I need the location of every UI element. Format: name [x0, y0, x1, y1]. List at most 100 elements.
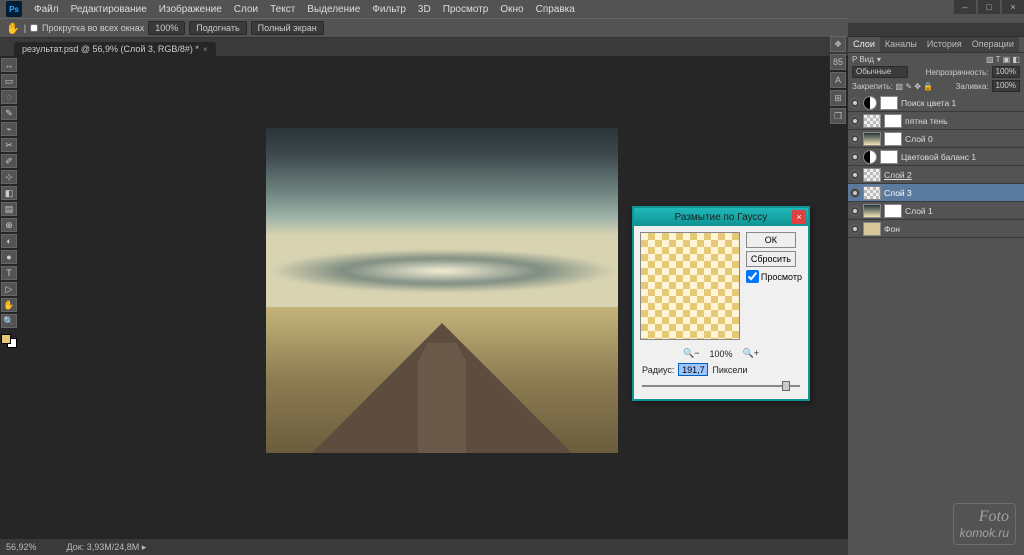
dialog-close-button[interactable]: × [792, 210, 806, 224]
menu-file[interactable]: Файл [28, 2, 65, 17]
radius-slider[interactable] [642, 381, 800, 391]
dialog-title-bar[interactable]: Размытие по Гауссу × [634, 208, 808, 226]
visibility-toggle[interactable] [850, 206, 860, 216]
layer-name[interactable]: Слой 2 [884, 170, 912, 180]
mask-thumb[interactable] [884, 114, 902, 128]
opacity-value[interactable]: 100% [992, 66, 1020, 78]
stamp-tool[interactable]: ◧ [1, 186, 17, 200]
layer-row[interactable]: пятна тень [848, 112, 1024, 130]
scroll-all-checkbox[interactable] [30, 24, 38, 32]
foreground-color[interactable] [1, 334, 11, 344]
actions-tab[interactable]: Операции [967, 37, 1019, 52]
close-tab-icon[interactable]: × [203, 45, 208, 54]
lasso-tool[interactable]: ◌ [1, 90, 17, 104]
document-tab[interactable]: результат.psd @ 56,9% (Слой 3, RGB/8#) *… [14, 42, 216, 56]
full-screen-button[interactable]: Полный экран [251, 21, 324, 35]
close-button[interactable]: × [1002, 0, 1024, 14]
color-swatches[interactable] [1, 334, 17, 348]
blend-mode-select[interactable]: Обычные [852, 66, 908, 78]
layer-row[interactable]: Слой 3 [848, 184, 1024, 202]
marquee-tool[interactable]: ▭ [1, 74, 17, 88]
layer-thumb[interactable] [863, 168, 881, 182]
layer-name[interactable]: Поиск цвета 1 [901, 98, 956, 108]
menu-3d[interactable]: 3D [412, 2, 437, 17]
menu-edit[interactable]: Редактирование [65, 2, 153, 17]
layer-row[interactable]: Слой 0 [848, 130, 1024, 148]
layer-row[interactable]: Поиск цвета 1 [848, 94, 1024, 112]
lock-icons[interactable]: ▧ ✎ ✥ 🔒 [896, 82, 934, 91]
menu-text[interactable]: Текст [264, 2, 301, 17]
channels-tab[interactable]: Каналы [880, 37, 922, 52]
preview-checkbox-row[interactable]: Просмотр [746, 270, 802, 283]
wand-tool[interactable]: ✎ [1, 106, 17, 120]
menu-filter[interactable]: Фильтр [366, 2, 412, 17]
layer-row[interactable]: Фон [848, 220, 1024, 238]
layer-row[interactable]: Слой 2 [848, 166, 1024, 184]
visibility-toggle[interactable] [850, 224, 860, 234]
fit-screen-button[interactable]: Подогнать [189, 21, 246, 35]
zoom-out-icon[interactable]: 🔍− [683, 348, 699, 359]
blur-tool[interactable]: ⊕ [1, 218, 17, 232]
mask-thumb[interactable] [884, 204, 902, 218]
type-tool[interactable]: T [1, 266, 17, 280]
paragraph-panel-icon[interactable]: ⊞ [830, 90, 846, 106]
ok-button[interactable]: ОК [746, 232, 796, 248]
visibility-toggle[interactable] [850, 170, 860, 180]
visibility-toggle[interactable] [850, 98, 860, 108]
character-panel-icon[interactable]: A [830, 72, 846, 88]
layer-thumb[interactable] [863, 222, 881, 236]
filter-icon[interactable]: ▧ T ▣ ◧ [986, 55, 1020, 64]
maximize-button[interactable]: □ [978, 0, 1000, 14]
move-tool[interactable]: ↔ [1, 58, 17, 72]
zoom-tool[interactable]: 🔍 [1, 314, 17, 328]
layer-row[interactable]: Цветовой баланс 1 [848, 148, 1024, 166]
menu-select[interactable]: Выделение [301, 2, 366, 17]
layer-row[interactable]: Слой 1 [848, 202, 1024, 220]
layer-name[interactable]: Фон [884, 224, 900, 234]
mask-thumb[interactable] [880, 96, 898, 110]
visibility-toggle[interactable] [850, 116, 860, 126]
menu-window[interactable]: Окно [494, 2, 529, 17]
hand-tool[interactable]: ✋ [1, 298, 17, 312]
zoom-in-icon[interactable]: 🔍+ [743, 348, 759, 359]
library-panel-icon[interactable]: ❐ [830, 108, 846, 124]
menu-view[interactable]: Просмотр [437, 2, 495, 17]
visibility-toggle[interactable] [850, 134, 860, 144]
menu-image[interactable]: Изображение [153, 2, 228, 17]
layer-name[interactable]: Слой 3 [884, 188, 912, 198]
layer-name[interactable]: пятна тень [905, 116, 948, 126]
dodge-tool[interactable]: ◐ [1, 234, 17, 248]
zoom-100-button[interactable]: 100% [148, 21, 185, 35]
color-panel-icon[interactable]: ❖ [830, 36, 846, 52]
layers-tab[interactable]: Слои [848, 37, 880, 52]
menu-layers[interactable]: Слои [228, 2, 264, 17]
brush-tool[interactable]: ✐ [1, 154, 17, 168]
fill-value[interactable]: 100% [992, 80, 1020, 92]
mask-thumb[interactable] [884, 132, 902, 146]
path-tool[interactable]: ▷ [1, 282, 17, 296]
document-canvas[interactable] [266, 128, 618, 453]
visibility-toggle[interactable] [850, 152, 860, 162]
slider-thumb[interactable] [782, 381, 790, 391]
reset-button[interactable]: Сбросить [746, 251, 796, 267]
layer-name[interactable]: Слой 0 [905, 134, 933, 144]
layer-thumb[interactable] [863, 186, 881, 200]
gradient-tool[interactable]: ▤ [1, 202, 17, 216]
radius-input[interactable] [678, 363, 708, 376]
layer-thumb[interactable] [863, 114, 881, 128]
minimize-button[interactable]: – [954, 0, 976, 14]
preview-checkbox[interactable] [746, 270, 759, 283]
eyedropper-tool[interactable]: ✂ [1, 138, 17, 152]
menu-help[interactable]: Справка [530, 2, 581, 17]
status-zoom[interactable]: 56,92% [6, 542, 37, 552]
blur-preview[interactable] [640, 232, 740, 340]
mask-thumb[interactable] [880, 150, 898, 164]
visibility-toggle[interactable] [850, 188, 860, 198]
layer-name[interactable]: Слой 1 [905, 206, 933, 216]
history-tab[interactable]: История [922, 37, 967, 52]
swatches-panel-icon[interactable]: 85 [830, 54, 846, 70]
layer-thumb[interactable] [863, 204, 881, 218]
layer-name[interactable]: Цветовой баланс 1 [901, 152, 976, 162]
pen-tool[interactable]: ● [1, 250, 17, 264]
layer-thumb[interactable] [863, 132, 881, 146]
